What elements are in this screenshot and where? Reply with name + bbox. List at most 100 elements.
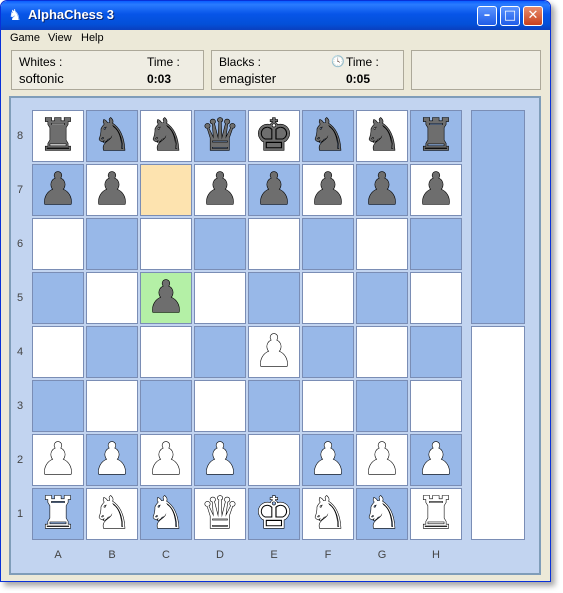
maximize-button[interactable]: □ xyxy=(500,6,520,26)
white-pawn-icon[interactable]: ♟ xyxy=(254,325,295,378)
square-e7[interactable]: ♟ xyxy=(248,163,300,216)
square-h6[interactable] xyxy=(410,218,462,270)
white-knight-icon[interactable]: ♞ xyxy=(362,487,403,540)
square-f3[interactable] xyxy=(302,380,354,432)
square-c4[interactable] xyxy=(140,326,192,378)
square-f2[interactable]: ♟ xyxy=(302,433,354,486)
black-queen-icon[interactable]: ♛ xyxy=(200,109,241,162)
black-rook-icon[interactable]: ♜ xyxy=(38,109,79,162)
white-pawn-icon[interactable]: ♟ xyxy=(38,433,79,486)
black-pawn-icon[interactable]: ♟ xyxy=(308,163,349,216)
black-knight-icon[interactable]: ♞ xyxy=(362,109,403,162)
square-c7[interactable] xyxy=(140,164,192,216)
square-b7[interactable]: ♟ xyxy=(86,163,138,216)
black-king-icon[interactable]: ♚ xyxy=(254,109,295,162)
square-e4[interactable]: ♟ xyxy=(248,325,300,378)
square-h8[interactable]: ♜ xyxy=(410,109,462,162)
white-pawn-icon[interactable]: ♟ xyxy=(146,433,187,486)
square-e2[interactable] xyxy=(248,434,300,486)
square-c2[interactable]: ♟ xyxy=(140,433,192,486)
white-queen-icon[interactable]: ♛ xyxy=(200,487,241,540)
square-a1[interactable]: ♜ xyxy=(32,487,84,540)
square-e3[interactable] xyxy=(248,380,300,432)
square-d1[interactable]: ♛ xyxy=(194,487,246,540)
square-d3[interactable] xyxy=(194,380,246,432)
square-g3[interactable] xyxy=(356,380,408,432)
square-b2[interactable]: ♟ xyxy=(86,433,138,486)
white-rook-icon[interactable]: ♜ xyxy=(416,487,457,540)
square-h3[interactable] xyxy=(410,380,462,432)
white-pawn-icon[interactable]: ♟ xyxy=(308,433,349,486)
white-pawn-icon[interactable]: ♟ xyxy=(362,433,403,486)
white-pawn-icon[interactable]: ♟ xyxy=(200,433,241,486)
square-g8[interactable]: ♞ xyxy=(356,109,408,162)
square-c5[interactable]: ♟ xyxy=(140,271,192,324)
square-d7[interactable]: ♟ xyxy=(194,163,246,216)
black-pawn-icon[interactable]: ♟ xyxy=(38,163,79,216)
black-rook-icon[interactable]: ♜ xyxy=(416,109,457,162)
square-a3[interactable] xyxy=(32,380,84,432)
square-g7[interactable]: ♟ xyxy=(356,163,408,216)
square-d6[interactable] xyxy=(194,218,246,270)
square-f1[interactable]: ♞ xyxy=(302,487,354,540)
menu-help[interactable]: Help xyxy=(81,32,104,44)
square-a8[interactable]: ♜ xyxy=(32,109,84,162)
black-pawn-icon[interactable]: ♟ xyxy=(146,271,187,324)
square-h4[interactable] xyxy=(410,326,462,378)
black-pawn-icon[interactable]: ♟ xyxy=(200,163,241,216)
square-g6[interactable] xyxy=(356,218,408,270)
square-b5[interactable] xyxy=(86,272,138,324)
black-pawn-icon[interactable]: ♟ xyxy=(416,163,457,216)
square-a4[interactable] xyxy=(32,326,84,378)
white-pawn-icon[interactable]: ♟ xyxy=(416,433,457,486)
white-pawn-icon[interactable]: ♟ xyxy=(92,433,133,486)
black-pawn-icon[interactable]: ♟ xyxy=(362,163,403,216)
square-d8[interactable]: ♛ xyxy=(194,109,246,162)
white-knight-icon[interactable]: ♞ xyxy=(92,487,133,540)
black-knight-icon[interactable]: ♞ xyxy=(308,109,349,162)
square-d4[interactable] xyxy=(194,326,246,378)
square-h7[interactable]: ♟ xyxy=(410,163,462,216)
square-g1[interactable]: ♞ xyxy=(356,487,408,540)
square-b1[interactable]: ♞ xyxy=(86,487,138,540)
square-g4[interactable] xyxy=(356,326,408,378)
black-pawn-icon[interactable]: ♟ xyxy=(254,163,295,216)
square-g2[interactable]: ♟ xyxy=(356,433,408,486)
square-c1[interactable]: ♞ xyxy=(140,487,192,540)
square-f8[interactable]: ♞ xyxy=(302,109,354,162)
menu-game[interactable]: Game xyxy=(10,32,40,44)
black-pawn-icon[interactable]: ♟ xyxy=(92,163,133,216)
square-d2[interactable]: ♟ xyxy=(194,433,246,486)
square-c8[interactable]: ♞ xyxy=(140,109,192,162)
black-knight-icon[interactable]: ♞ xyxy=(92,109,133,162)
square-c6[interactable] xyxy=(140,218,192,270)
square-h1[interactable]: ♜ xyxy=(410,487,462,540)
menu-view[interactable]: View xyxy=(48,32,72,44)
square-f6[interactable] xyxy=(302,218,354,270)
square-e8[interactable]: ♚ xyxy=(248,109,300,162)
square-f4[interactable] xyxy=(302,326,354,378)
white-knight-icon[interactable]: ♞ xyxy=(146,487,187,540)
square-g5[interactable] xyxy=(356,272,408,324)
white-king-icon[interactable]: ♚ xyxy=(254,487,295,540)
square-e5[interactable] xyxy=(248,272,300,324)
square-b3[interactable] xyxy=(86,380,138,432)
white-rook-icon[interactable]: ♜ xyxy=(38,487,79,540)
close-button[interactable]: ✕ xyxy=(523,6,543,26)
white-knight-icon[interactable]: ♞ xyxy=(308,487,349,540)
square-e1[interactable]: ♚ xyxy=(248,487,300,540)
square-h5[interactable] xyxy=(410,272,462,324)
square-b6[interactable] xyxy=(86,218,138,270)
title-bar[interactable]: ♞ AlphaChess 3 – □ ✕ xyxy=(1,1,550,30)
square-a6[interactable] xyxy=(32,218,84,270)
minimize-button[interactable]: – xyxy=(477,6,497,26)
square-h2[interactable]: ♟ xyxy=(410,433,462,486)
square-b4[interactable] xyxy=(86,326,138,378)
square-a2[interactable]: ♟ xyxy=(32,433,84,486)
square-b8[interactable]: ♞ xyxy=(86,109,138,162)
square-e6[interactable] xyxy=(248,218,300,270)
square-d5[interactable] xyxy=(194,272,246,324)
square-f5[interactable] xyxy=(302,272,354,324)
square-c3[interactable] xyxy=(140,380,192,432)
square-a7[interactable]: ♟ xyxy=(32,163,84,216)
